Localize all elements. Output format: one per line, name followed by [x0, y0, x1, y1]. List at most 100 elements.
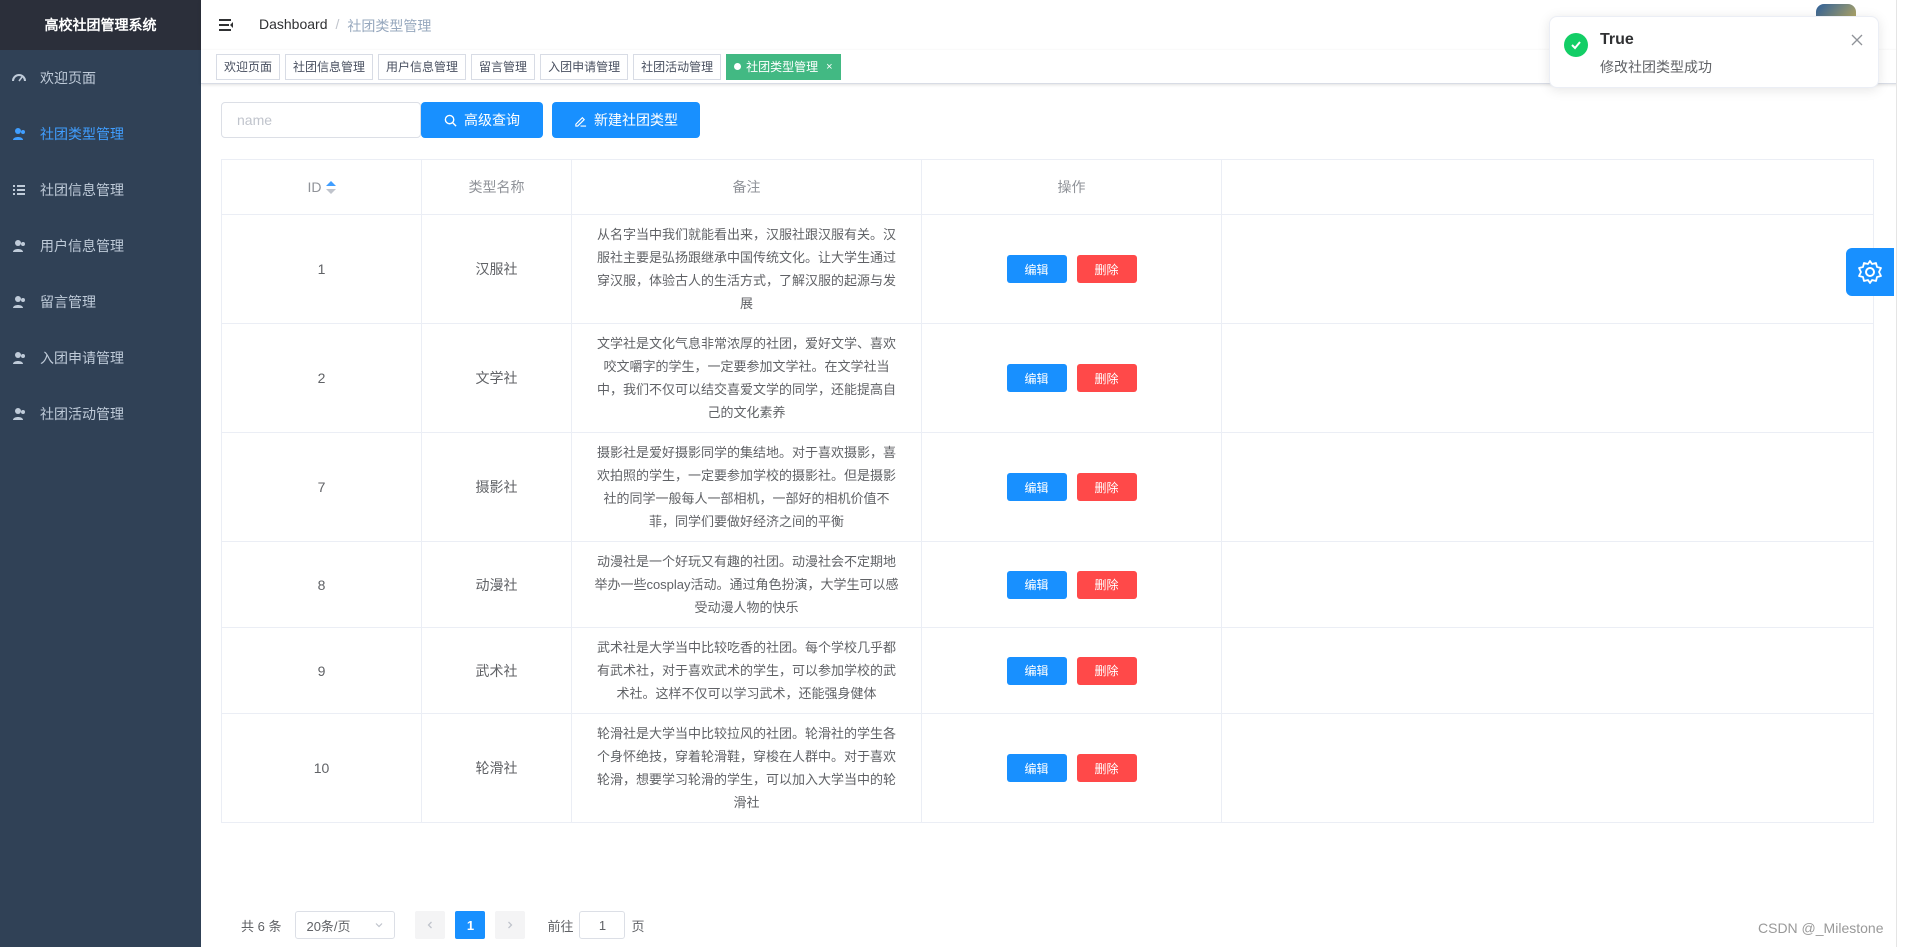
delete-button[interactable]: 删除	[1076, 255, 1137, 283]
sidebar-item-1[interactable]: 社团类型管理	[0, 106, 201, 162]
edit-button[interactable]: 编辑	[1006, 570, 1067, 599]
header-id[interactable]: ID	[221, 159, 422, 215]
cell-filler	[1221, 214, 1874, 324]
sort-icon[interactable]	[325, 181, 336, 195]
page-number[interactable]: 1	[455, 911, 486, 939]
cell-remark: 从名字当中我们就能看出来，汉服社跟汉服有关。汉 服社主要是弘扬跟继承中国传统文化。…	[571, 214, 922, 324]
edit-button[interactable]: 编辑	[1006, 255, 1067, 283]
table-row: 10 轮滑社 轮滑社是大学当中比较拉风的社团。轮滑社的学生各 个身怀绝技，穿着轮滑鞋，…	[221, 713, 1874, 823]
tag-2[interactable]: 用户信息管理	[378, 53, 467, 80]
edit-button[interactable]: 编辑	[1006, 656, 1067, 685]
chevron-down-icon	[376, 923, 383, 928]
breadcrumb: Dashboard / 社团类型管理	[259, 16, 431, 36]
remark-line: 轮滑，想要学习轮滑的学生，可以加入大学当中的轮	[596, 772, 896, 787]
tag-1[interactable]: 社团信息管理	[285, 53, 374, 80]
sidebar-item-label: 留言管理	[40, 294, 96, 310]
table-body: 1 汉服社 从名字当中我们就能看出来，汉服社跟汉服有关。汉 服社主要是弘扬跟继承中国传…	[221, 214, 1874, 823]
edit-icon	[575, 116, 587, 127]
cell-filler	[1221, 627, 1874, 714]
cell-remark: 文学社是文化气息非常浓厚的社团，爱好文学、喜欢 咬文嚼字的学生，一定要参加文学社。…	[571, 323, 922, 433]
new-club-type-label: 新建社团类型	[594, 112, 678, 128]
delete-button[interactable]: 删除	[1076, 754, 1137, 782]
cell-remark: 动漫社是一个好玩又有趣的社团。动漫社会不定期地 举办一些cosplay活动。通过角…	[571, 541, 922, 628]
remark-line: 穿汉服，体验古人的生活方式，了解汉服的起源与发	[596, 273, 896, 288]
cell-name: 轮滑社	[421, 713, 572, 823]
delete-button[interactable]: 删除	[1076, 364, 1137, 392]
sidebar-item-label: 社团信息管理	[40, 182, 124, 198]
remark-line: 有武术社，对于喜欢武术的学生，可以参加学校的武	[596, 663, 896, 678]
sidebar-item-4[interactable]: 留言管理	[0, 274, 201, 330]
cell-name: 摄影社	[421, 432, 572, 542]
sidebar-item-3[interactable]: 用户信息管理	[0, 218, 201, 274]
cell-ops: 编辑 删除	[921, 432, 1222, 542]
hamburger-icon[interactable]	[217, 15, 237, 35]
table-row: 7 摄影社 摄影社是爱好摄影同学的集结地。对于喜欢摄影，喜 欢拍照的学生，一定要参加学…	[221, 432, 1874, 542]
tag-label: 用户信息管理	[386, 59, 459, 74]
sidebar-item-0[interactable]: 欢迎页面	[0, 50, 201, 106]
search-icon	[444, 114, 457, 127]
sidebar-item-label: 欢迎页面	[40, 70, 96, 86]
notification-message: 修改社团类型成功	[1600, 59, 1712, 75]
cell-id: 8	[221, 541, 422, 628]
cell-ops: 编辑 删除	[921, 541, 1222, 628]
edit-button[interactable]: 编辑	[1006, 754, 1067, 782]
chevron-right-icon	[508, 921, 513, 929]
cell-id: 1	[221, 214, 422, 324]
sidebar-item-label: 社团类型管理	[40, 126, 124, 142]
remark-line: 举办一些cosplay活动。通过角色扮演，大学生可以感	[594, 577, 899, 592]
remark-line: 欢拍照的学生，一定要参加学校的摄影社。但是摄影	[596, 468, 896, 483]
sidebar-item-label: 入团申请管理	[40, 350, 124, 366]
table-header-row: ID 类型名称 备注 操作	[221, 159, 1874, 215]
list-icon	[12, 183, 26, 197]
sidebar-item-2[interactable]: 社团信息管理	[0, 162, 201, 218]
table-row: 1 汉服社 从名字当中我们就能看出来，汉服社跟汉服有关。汉 服社主要是弘扬跟继承中国传…	[221, 214, 1874, 324]
remark-line: 武术社是大学当中比较吃香的社团。每个学校几乎都	[596, 640, 896, 655]
new-club-type-button[interactable]: 新建社团类型	[552, 102, 700, 138]
tag-close-icon[interactable]: ×	[826, 55, 832, 79]
tag-0[interactable]: 欢迎页面	[216, 53, 281, 80]
delete-button[interactable]: 删除	[1076, 570, 1137, 599]
cell-id: 7	[221, 432, 422, 542]
remark-line: 社的同学一般每人一部相机，一部好的相机价值不	[603, 491, 890, 506]
sidebar-item-6[interactable]: 社团活动管理	[0, 386, 201, 442]
page-size-select[interactable]: 20条/页	[295, 911, 396, 939]
tag-5[interactable]: 社团活动管理	[633, 53, 722, 80]
close-icon[interactable]	[1850, 33, 1864, 47]
remark-line: 菲，同学们要做好经济之间的平衡	[648, 514, 844, 529]
remark-line: 受动漫人物的快乐	[694, 600, 799, 615]
settings-button[interactable]	[1846, 248, 1894, 296]
table-row: 8 动漫社 动漫社是一个好玩又有趣的社团。动漫社会不定期地 举办一些cosplay活动…	[221, 541, 1874, 628]
advanced-search-button[interactable]: 高级查询	[421, 102, 543, 138]
cell-name: 文学社	[421, 323, 572, 433]
tag-label: 入团申请管理	[548, 59, 621, 74]
sidebar-item-label: 社团活动管理	[40, 406, 124, 422]
tag-6[interactable]: 社团类型管理 ×	[726, 53, 841, 80]
cell-name: 武术社	[421, 627, 572, 714]
user-icon	[12, 351, 26, 365]
page-jump-input[interactable]	[579, 911, 626, 939]
cell-ops: 编辑 删除	[921, 627, 1222, 714]
delete-button[interactable]: 删除	[1076, 656, 1137, 685]
cell-name: 汉服社	[421, 214, 572, 324]
cell-id: 2	[221, 323, 422, 433]
cell-remark: 摄影社是爱好摄影同学的集结地。对于喜欢摄影，喜 欢拍照的学生，一定要参加学校的摄影…	[571, 432, 922, 542]
club-type-table: ID 类型名称 备注 操作 1 汉服社 从名字当中我们就能看出来，汉服社跟汉服有关。…	[221, 159, 1874, 823]
scrollbar[interactable]	[1896, 0, 1910, 947]
tag-3[interactable]: 留言管理	[471, 53, 536, 80]
user-icon	[12, 239, 26, 253]
header-filler	[1221, 159, 1874, 215]
active-dot-icon	[734, 63, 742, 70]
cell-filler	[1221, 541, 1874, 628]
sidebar-item-label: 用户信息管理	[40, 238, 124, 254]
edit-button[interactable]: 编辑	[1006, 364, 1067, 392]
breadcrumb-home[interactable]: Dashboard	[259, 16, 328, 36]
success-notification: True 修改社团类型成功	[1549, 16, 1879, 88]
cell-id: 10	[221, 713, 422, 823]
sidebar-item-5[interactable]: 入团申请管理	[0, 330, 201, 386]
edit-button[interactable]: 编辑	[1006, 473, 1067, 501]
tag-4[interactable]: 入团申请管理	[540, 53, 629, 80]
delete-button[interactable]: 删除	[1076, 473, 1137, 501]
prev-page-button[interactable]	[415, 911, 446, 939]
next-page-button[interactable]	[495, 911, 526, 939]
search-input[interactable]	[221, 102, 421, 138]
